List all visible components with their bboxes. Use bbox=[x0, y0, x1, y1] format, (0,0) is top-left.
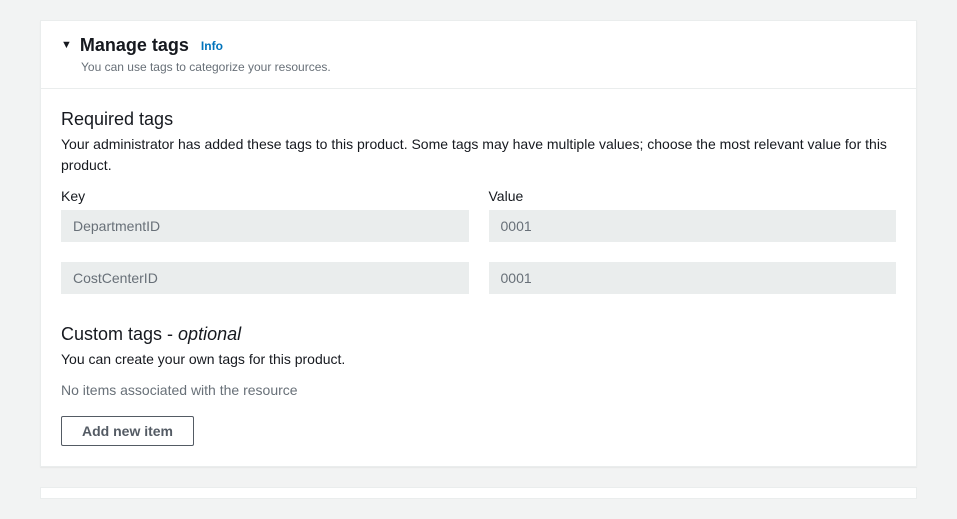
panel-subtitle: You can use tags to categorize your reso… bbox=[81, 60, 896, 74]
panel-title: Manage tags bbox=[80, 35, 189, 56]
custom-tags-description: You can create your own tags for this pr… bbox=[61, 349, 896, 370]
panel-body: Required tags Your administrator has add… bbox=[41, 89, 916, 466]
info-link[interactable]: Info bbox=[201, 39, 223, 53]
required-tags-description: Your administrator has added these tags … bbox=[61, 134, 896, 176]
caret-down-icon: ▼ bbox=[61, 40, 72, 51]
next-panel-sliver bbox=[40, 487, 917, 499]
required-tags-title: Required tags bbox=[61, 109, 896, 130]
tag-row: CostCenterID 0001 bbox=[61, 262, 896, 294]
kv-header-row: Key Value bbox=[61, 188, 896, 204]
custom-tags-empty-message: No items associated with the resource bbox=[61, 382, 896, 398]
manage-tags-panel: ▼ Manage tags Info You can use tags to c… bbox=[40, 20, 917, 467]
custom-tags-title: Custom tags - optional bbox=[61, 324, 896, 345]
tag-key-cell: CostCenterID bbox=[61, 262, 469, 294]
required-tags-section: Required tags Your administrator has add… bbox=[61, 109, 896, 294]
custom-tags-section: Custom tags - optional You can create yo… bbox=[61, 324, 896, 446]
panel-header: ▼ Manage tags Info You can use tags to c… bbox=[41, 21, 916, 89]
add-new-item-button[interactable]: Add new item bbox=[61, 416, 194, 446]
custom-tags-optional-label: optional bbox=[178, 324, 241, 344]
key-column-header: Key bbox=[61, 188, 469, 204]
tag-row: DepartmentID 0001 bbox=[61, 210, 896, 242]
panel-title-row[interactable]: ▼ Manage tags Info bbox=[61, 35, 896, 56]
custom-tags-title-prefix: Custom tags - bbox=[61, 324, 178, 344]
value-column-header: Value bbox=[489, 188, 897, 204]
tag-key-cell: DepartmentID bbox=[61, 210, 469, 242]
tag-value-cell: 0001 bbox=[489, 262, 897, 294]
tag-value-cell: 0001 bbox=[489, 210, 897, 242]
